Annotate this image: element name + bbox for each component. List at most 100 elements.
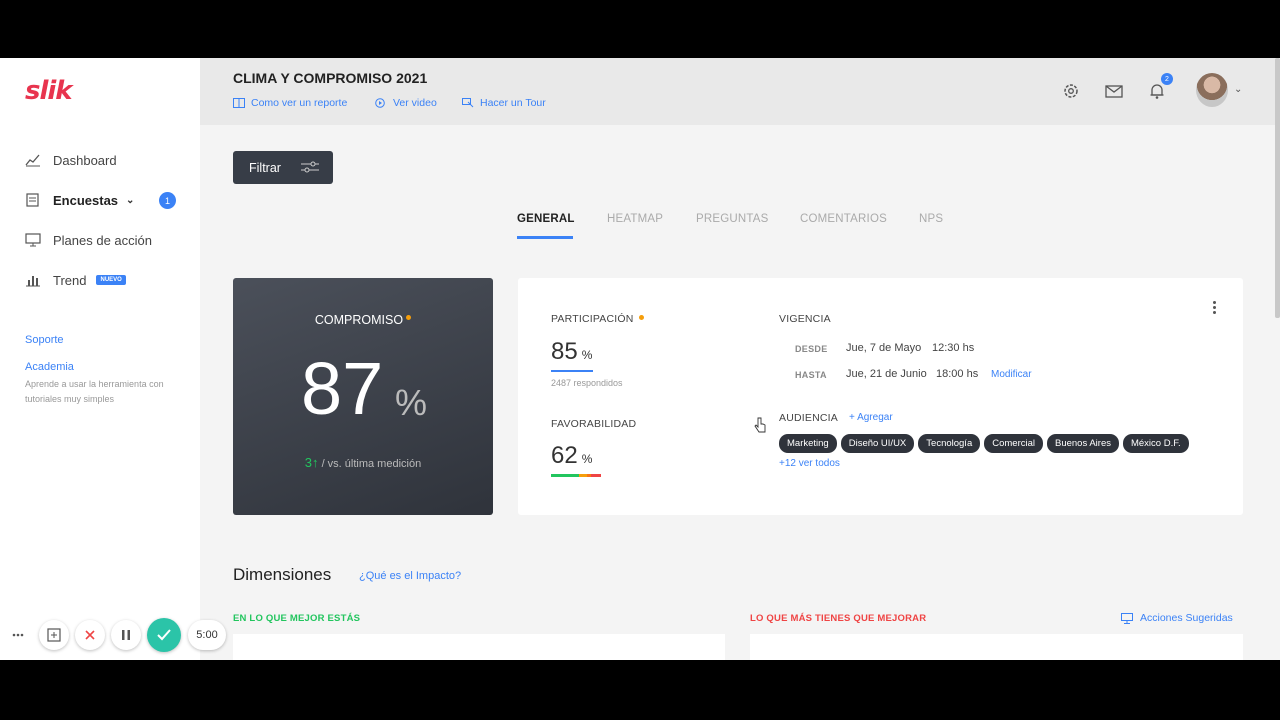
audience-chip[interactable]: México D.F. [1122,434,1189,453]
book-icon [233,98,245,108]
commitment-delta: 3↑ / vs. última medición [233,455,493,470]
filter-button[interactable]: Filtrar [233,151,333,184]
fav-bar-green [551,474,579,477]
take-tour-link[interactable]: Hacer un Tour [462,97,546,109]
favorability-bar [551,474,601,477]
participation-bar [551,370,593,372]
favorability-label: FAVORABILIDAD [551,418,637,430]
tab-general[interactable]: GENERAL [517,213,575,225]
sliders-icon [301,161,319,173]
monitor-icon [1121,612,1133,624]
delta-text: / vs. última medición [321,458,422,470]
improve-areas-panel [750,634,1243,660]
draw-tool-button[interactable] [39,620,69,650]
more-options-icon[interactable] [1211,301,1217,317]
improve-areas-label: LO QUE MÁS TIENES QUE MEJORAR [750,613,927,624]
commitment-unit: % [395,382,428,423]
slik-logo[interactable]: slik [25,76,73,106]
participation-label: PARTICIPACIÓN [551,313,634,325]
chevron-down-icon[interactable]: ⌄ [1234,84,1242,95]
audience-chip[interactable]: Buenos Aires [1047,434,1119,453]
tab-comentarios[interactable]: COMENTARIOS [800,213,887,225]
check-icon [157,629,171,641]
see-all-audience-link[interactable]: +12 ver todos [779,458,840,469]
favorability-metric: 62% [551,442,592,470]
favorability-value: 62 [551,442,578,469]
arrow-up-icon: ↑ [312,455,319,470]
fav-bar-red [591,474,601,477]
more-options-icon[interactable] [8,620,28,650]
sidebar: slik Dashboard Encuestas ⌄ 1 Planes de a… [0,58,200,660]
survey-info-card: PARTICIPACIÓN 85% 2487 respondidos FAVOR… [518,278,1243,515]
bar-chart-icon [26,276,40,287]
link-label: Ver video [393,97,437,109]
sidebar-item-label: Encuestas [53,192,119,208]
how-to-read-report-link[interactable]: Como ver un reporte [233,97,347,109]
cancel-recording-button[interactable] [75,620,105,650]
participation-title: PARTICIPACIÓN [551,313,644,325]
dots-icon [12,633,24,637]
hand-cursor-icon [754,417,766,433]
monitor-icon [25,233,41,247]
modify-link[interactable]: Modificar [991,369,1032,380]
participation-value: 85 [551,338,578,365]
audience-chip[interactable]: Comercial [984,434,1043,453]
respondents-count: 2487 respondidos [551,378,623,388]
sidebar-item-planes[interactable]: Planes de acción [25,229,152,251]
pause-recording-button[interactable] [111,620,141,650]
commitment-label: COMPROMISO [314,313,404,327]
link-label: Hacer un Tour [480,97,546,109]
sidebar-item-label: Planes de acción [53,232,153,248]
academy-link[interactable]: Academia [25,361,74,373]
support-link[interactable]: Soporte [25,334,64,346]
gear-icon[interactable] [1061,81,1081,101]
from-time: 12:30 hs [932,342,975,354]
vertical-scrollbar[interactable] [1275,58,1280,318]
close-icon [85,630,95,640]
add-audience-link[interactable]: + Agregar [849,412,893,423]
count-badge: 1 [159,192,176,209]
audience-label: AUDIENCIA [779,412,838,424]
filter-label: Filtrar [249,160,281,175]
sidebar-item-encuestas[interactable]: Encuestas ⌄ [25,189,134,211]
commitment-title: COMPROMISO [233,313,493,327]
sidebar-item-trend[interactable]: Trend NUEVO [25,269,126,291]
tab-heatmap[interactable]: HEATMAP [607,213,663,225]
from-date: Jue, 7 de Mayo [846,342,922,354]
favorability-unit: % [581,452,593,466]
recording-timer: 5:00 [188,620,226,650]
app-window: slik Dashboard Encuestas ⌄ 1 Planes de a… [0,58,1280,660]
participation-metric: 85% [551,338,592,366]
sidebar-item-label: Trend [53,272,87,288]
status-dot [406,315,412,320]
top-header: CLIMA Y COMPROMISO 2021 Como ver un repo… [200,58,1280,125]
mail-icon[interactable] [1104,81,1124,101]
watch-video-link[interactable]: Ver video [375,97,437,109]
best-areas-panel [233,634,725,660]
audience-chip[interactable]: Tecnología [918,434,981,453]
validity-label: VIGENCIA [779,313,831,325]
to-date: Jue, 21 de Junio [846,368,927,380]
suggested-actions-link[interactable]: Acciones Sugeridas [1121,612,1233,624]
active-tab-indicator [517,236,573,239]
frame-edit-icon [47,628,61,642]
sidebar-item-dashboard[interactable]: Dashboard [25,149,117,171]
link-label: Como ver un reporte [251,97,348,109]
impact-help-link[interactable]: ¿Qué es el Impacto? [359,570,461,582]
notification-badge: 2 [1161,73,1173,85]
pause-icon [122,630,130,640]
best-areas-label: EN LO QUE MEJOR ESTÁS [233,613,361,624]
finish-recording-button[interactable] [147,618,181,652]
avatar[interactable] [1196,73,1228,107]
tab-nps[interactable]: NPS [919,213,943,225]
participation-unit: % [581,348,593,362]
survey-list-icon [26,193,39,207]
play-icon [375,98,385,108]
academy-description: Aprende a usar la herramienta con tutori… [25,379,164,404]
suggested-actions-label: Acciones Sugeridas [1140,612,1233,624]
audience-chip[interactable]: Marketing [779,434,837,453]
tab-preguntas[interactable]: PREGUNTAS [696,213,769,225]
chart-line-icon [25,154,40,167]
audience-chip[interactable]: Diseño UI/UX [840,434,915,453]
dimensions-title: Dimensiones [233,565,332,584]
